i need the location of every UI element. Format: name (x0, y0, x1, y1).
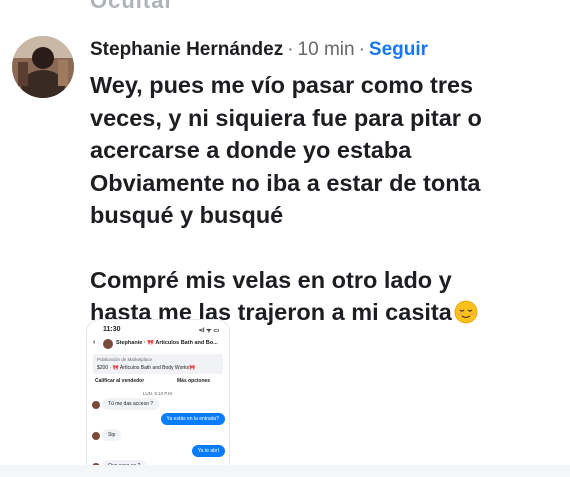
message-avatar (92, 401, 100, 409)
comment-text: Wey, pues me vío pasar como tres veces, … (90, 69, 550, 329)
chat-actions: Calificar al vendedor Más opciones (93, 377, 223, 387)
text-line: Compré mis velas en otro lado y (90, 266, 452, 293)
chat-header: ‹ Stephanie · 🎀 Artículos Bath and Bo... (87, 336, 229, 352)
text-line: Wey, pues me vío pasar como tres (90, 72, 474, 98)
message-bubble: Ya estás en la entrada? (160, 413, 225, 425)
status-time: 11:30 (103, 326, 121, 333)
text-line: Obviamente no iba a estar de tonta (90, 169, 481, 196)
avatar[interactable] (12, 36, 74, 98)
back-icon: ‹ (93, 339, 96, 346)
author-name[interactable]: Stephanie Hernández (90, 39, 283, 60)
listing-item: $200 · 🎀 Artículos Bath and Body Works🎀 (97, 365, 196, 371)
chat-title: Stephanie · 🎀 Artículos Bath and Bo... (116, 340, 218, 346)
relieved-face-icon (454, 300, 478, 324)
more-options-action: Más opciones (177, 378, 211, 384)
separator-dot: · (358, 39, 365, 60)
timestamp[interactable]: 10 min (298, 39, 355, 60)
message-bubble: Tú me das acceso ? (102, 398, 160, 410)
follow-button[interactable]: Seguir (369, 39, 428, 60)
footer-strip (0, 465, 570, 477)
message-bubble: Ya te abrí (191, 445, 225, 457)
chat-avatar (103, 339, 113, 349)
listing-label: Publicación de Marketplace (97, 357, 153, 362)
previous-comment-fragment: Ocultar (90, 0, 175, 13)
attached-screenshot[interactable]: 11:30 •ıl ᯤ ▭ ‹ Stephanie · 🎀 Artículos … (87, 320, 229, 477)
comment-header: Stephanie Hernández · 10 min · Seguir (90, 38, 428, 62)
separator-dot: · (287, 39, 294, 60)
chat-date: LUN, 9:10 P.M. (142, 391, 174, 396)
text-line: acercarse a donde yo estaba (90, 137, 412, 163)
text-line: busqué y busqué (90, 202, 284, 228)
message-bubble: Sip (102, 429, 122, 441)
message-avatar (92, 432, 100, 440)
rate-seller-action: Calificar al vendedor (95, 378, 145, 384)
status-icons: •ıl ᯤ ▭ (199, 328, 219, 334)
text-line: veces, y ni siquiera fue para pitar o (90, 104, 482, 131)
listing-card: Publicación de Marketplace $200 · 🎀 Artí… (93, 354, 223, 374)
